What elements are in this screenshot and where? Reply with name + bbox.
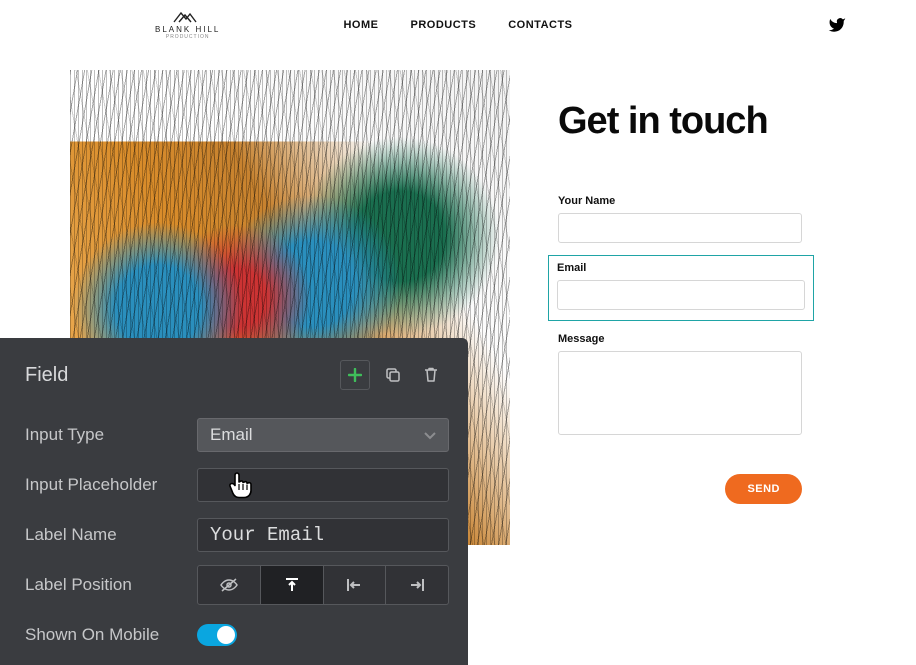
contact-title: Get in touch — [558, 100, 802, 143]
panel-actions — [340, 360, 446, 390]
eye-off-icon — [219, 578, 239, 592]
email-label: Email — [557, 262, 805, 274]
nav-products[interactable]: PRODUCTS — [410, 19, 476, 31]
input-type-value: Email — [210, 425, 253, 445]
logo-text: BLANK HILL — [155, 25, 220, 34]
label-position-label: Label Position — [25, 575, 197, 595]
name-input[interactable] — [558, 213, 802, 243]
position-right-button[interactable] — [386, 565, 449, 605]
placeholder-label: Input Placeholder — [25, 475, 197, 495]
panel-body: Input Type Email Input Placeholder Label… — [0, 404, 468, 660]
form-field-name: Your Name — [558, 195, 802, 243]
input-type-label: Input Type — [25, 425, 197, 445]
input-type-select[interactable]: Email — [197, 418, 449, 452]
main-nav: HOME PRODUCTS CONTACTS — [343, 19, 572, 31]
email-input[interactable] — [557, 280, 805, 310]
field-editor-panel: Field Input Type Email — [0, 338, 468, 665]
logo-subtext: PRODUCTION — [166, 34, 210, 40]
row-shown-mobile: Shown On Mobile — [25, 610, 450, 660]
position-left-button[interactable] — [324, 565, 387, 605]
twitter-icon[interactable] — [828, 16, 846, 39]
label-name-input[interactable] — [197, 518, 449, 552]
align-left-icon — [346, 577, 362, 593]
row-label-name: Label Name — [25, 510, 450, 560]
row-placeholder: Input Placeholder — [25, 460, 450, 510]
chevron-down-icon — [424, 425, 436, 445]
row-label-position: Label Position — [25, 560, 450, 610]
contact-form: Get in touch Your Name Email Message SEN… — [558, 100, 802, 504]
name-label: Your Name — [558, 195, 802, 207]
row-input-type: Input Type Email — [25, 410, 450, 460]
delete-button[interactable] — [416, 360, 446, 390]
site-header: BLANK HILL PRODUCTION HOME PRODUCTS CONT… — [0, 0, 916, 50]
message-input[interactable] — [558, 351, 802, 435]
panel-header: Field — [0, 338, 468, 404]
logo-mountains-icon — [173, 11, 203, 23]
trash-icon — [424, 367, 438, 383]
logo[interactable]: BLANK HILL PRODUCTION — [155, 11, 220, 40]
position-top-button[interactable] — [261, 565, 324, 605]
position-hidden-button[interactable] — [197, 565, 261, 605]
label-position-segmented — [197, 565, 449, 605]
form-field-message: Message — [558, 333, 802, 440]
panel-title: Field — [25, 364, 68, 387]
label-name-label: Label Name — [25, 525, 197, 545]
plus-icon — [348, 368, 362, 382]
copy-icon — [385, 367, 401, 383]
copy-button[interactable] — [378, 360, 408, 390]
shown-mobile-label: Shown On Mobile — [25, 625, 197, 645]
align-right-icon — [409, 577, 425, 593]
send-button[interactable]: SEND — [725, 474, 802, 504]
nav-contacts[interactable]: CONTACTS — [508, 19, 572, 31]
message-label: Message — [558, 333, 802, 345]
add-button[interactable] — [340, 360, 370, 390]
shown-mobile-toggle[interactable] — [197, 624, 237, 646]
form-field-email[interactable]: Email — [548, 255, 814, 321]
align-top-icon — [284, 577, 300, 593]
placeholder-input[interactable] — [197, 468, 449, 502]
nav-home[interactable]: HOME — [343, 19, 378, 31]
